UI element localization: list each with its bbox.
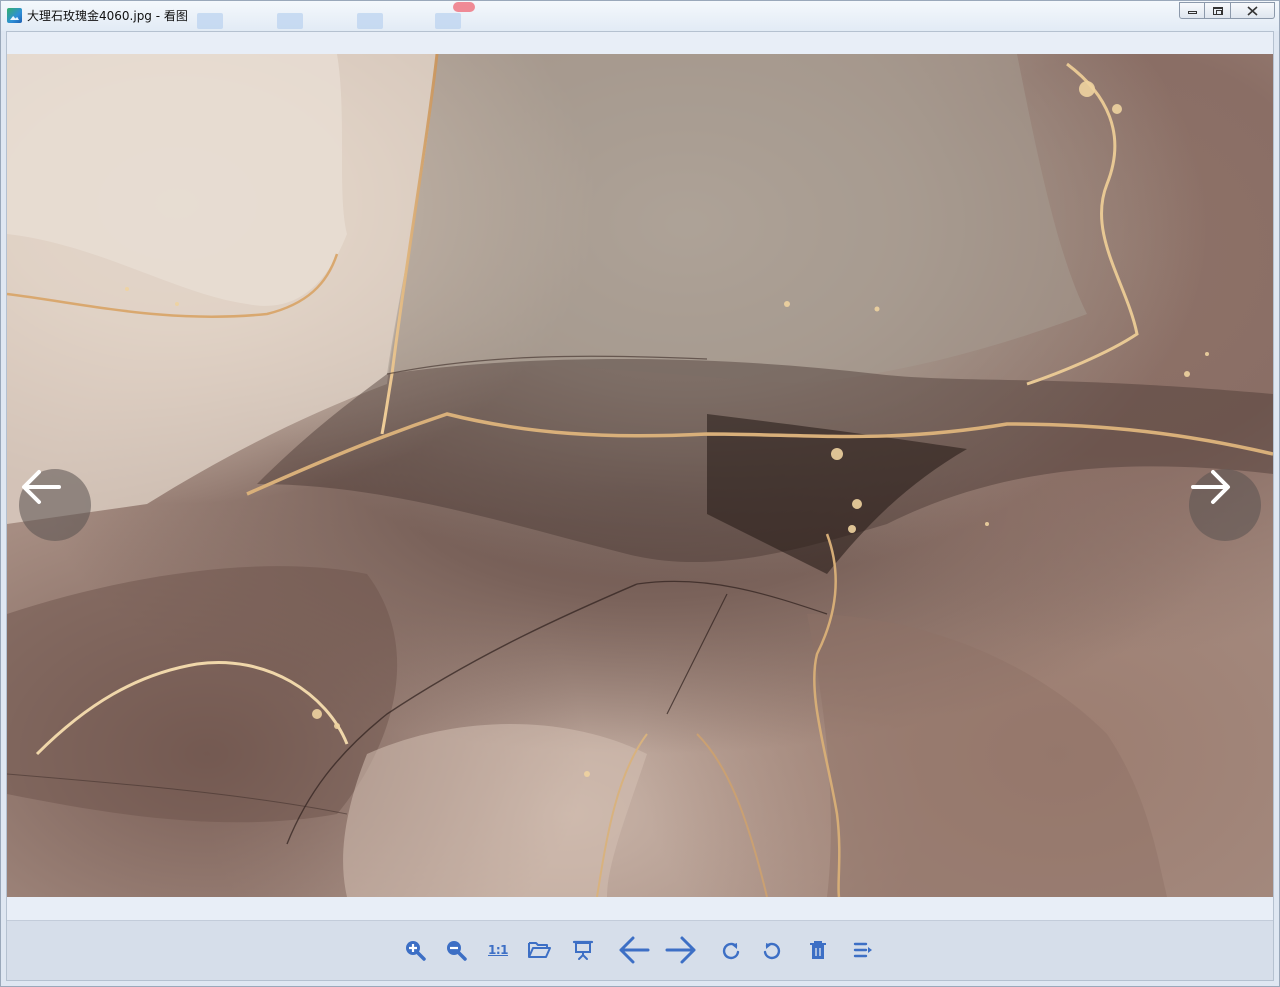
window-controls	[1179, 2, 1275, 19]
background-badge-ghost	[453, 2, 475, 12]
window-title: 大理石玫瑰金4060.jpg - 看图	[27, 9, 188, 23]
zoom-in-button[interactable]	[398, 933, 432, 967]
slideshow-icon	[572, 940, 594, 960]
arrow-left-icon	[22, 470, 61, 504]
client-area: 1:1	[6, 31, 1274, 981]
marble-image	[7, 54, 1273, 897]
folder-open-icon	[528, 942, 551, 958]
zoom-in-icon	[406, 941, 426, 961]
arrow-left-icon	[619, 936, 650, 964]
rotate-counterclockwise-icon	[763, 942, 781, 960]
previous-image-button[interactable]	[19, 469, 91, 541]
rotate-clockwise-button[interactable]	[714, 933, 748, 967]
more-button[interactable]	[846, 933, 880, 967]
next-button[interactable]	[664, 933, 698, 967]
app-icon	[7, 8, 22, 23]
open-folder-button[interactable]	[522, 933, 556, 967]
slideshow-button[interactable]	[566, 933, 600, 967]
actual-size-button[interactable]: 1:1	[481, 933, 515, 967]
rotate-counterclockwise-button[interactable]	[755, 933, 789, 967]
minimize-button[interactable]	[1179, 2, 1205, 19]
restore-button[interactable]	[1205, 2, 1231, 19]
menu-more-icon	[853, 942, 872, 958]
zoom-out-button[interactable]	[439, 933, 473, 967]
actual-size-label: 1:1	[488, 943, 509, 957]
arrow-right-icon	[1191, 470, 1230, 504]
close-button[interactable]	[1231, 2, 1275, 19]
title-bar[interactable]: 大理石玫瑰金4060.jpg - 看图	[1, 1, 1279, 31]
image-viewer-window: 大理石玫瑰金4060.jpg - 看图 1:1	[0, 0, 1280, 987]
bottom-toolbar: 1:1	[7, 920, 1273, 980]
close-icon	[1231, 3, 1274, 18]
restore-icon	[1205, 3, 1230, 18]
zoom-out-icon	[447, 941, 467, 961]
arrow-right-icon	[665, 936, 696, 964]
minimize-icon	[1180, 3, 1204, 18]
next-image-button[interactable]	[1189, 469, 1261, 541]
delete-button[interactable]	[801, 933, 835, 967]
previous-button[interactable]	[617, 933, 651, 967]
image-canvas[interactable]	[7, 54, 1273, 897]
trash-icon	[810, 941, 826, 959]
rotate-clockwise-icon	[722, 942, 740, 960]
